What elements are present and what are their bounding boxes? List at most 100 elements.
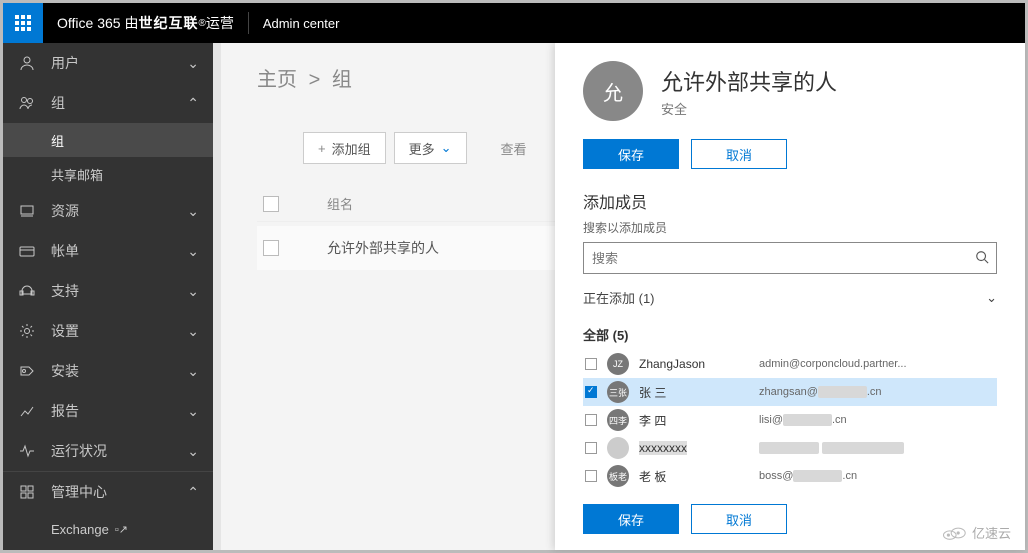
- brand-prefix: Office 365 由: [57, 13, 138, 33]
- chevron-up-icon: ⌃: [187, 484, 199, 501]
- search-hint: 搜索以添加成员: [583, 219, 997, 236]
- cloud-icon: [940, 524, 968, 542]
- group-avatar: 允: [583, 61, 643, 121]
- brand-suffix: 运营: [206, 13, 234, 33]
- groups-icon: [17, 95, 37, 111]
- nav-exchange[interactable]: Exchange ▫↗: [3, 512, 213, 546]
- member-avatar: [607, 437, 629, 459]
- adding-expander[interactable]: 正在添加 (1) ⌄: [583, 288, 997, 307]
- footer-brand: 亿速云: [940, 523, 1011, 542]
- col-name-header[interactable]: 组名: [327, 194, 353, 213]
- nav-groups[interactable]: 组 ⌃: [3, 83, 213, 123]
- nav-settings[interactable]: 设置 ⌄: [3, 311, 213, 351]
- scrollbar[interactable]: [213, 43, 221, 550]
- member-avatar: JZ: [607, 353, 629, 375]
- breadcrumb-home[interactable]: 主页: [257, 69, 297, 91]
- nav-admin-centers-label: 管理中心: [51, 482, 107, 502]
- member-row[interactable]: 四李李 四 lisi@xxxxxx.cn: [583, 406, 997, 434]
- search-icon[interactable]: [975, 250, 989, 269]
- add-group-button[interactable]: + 添加组: [303, 132, 386, 164]
- nav-health[interactable]: 运行状况 ⌄: [3, 431, 213, 471]
- save-button[interactable]: 保存: [583, 139, 679, 169]
- member-checkbox[interactable]: [585, 386, 597, 398]
- panel-subtitle: 安全: [661, 99, 837, 118]
- chevron-down-icon: ⌄: [187, 243, 199, 260]
- search-input[interactable]: [583, 242, 997, 274]
- member-row[interactable]: 板老老 板boss@xxxxxx.cn: [583, 462, 997, 490]
- table-header: 组名: [257, 186, 555, 222]
- member-email: xxxxxxxx xxxxxxxxxxxx: [759, 442, 995, 454]
- member-checkbox[interactable]: [585, 414, 597, 426]
- cancel-button-bottom[interactable]: 取消: [691, 504, 787, 534]
- admin-centers-icon: [17, 484, 37, 500]
- chevron-down-icon: ⌄: [986, 290, 997, 306]
- watermark-text: © 2019 ZJUNSEN https://blog.51cto.com/rd…: [699, 8, 1009, 25]
- add-members-heading: 添加成员: [583, 189, 997, 213]
- nav-groups-label: 组: [51, 93, 65, 113]
- row-checkbox[interactable]: [263, 240, 279, 256]
- app-launcher-button[interactable]: [3, 3, 43, 43]
- nav-resources[interactable]: 资源 ⌄: [3, 191, 213, 231]
- breadcrumb-current: 组: [332, 69, 352, 91]
- chevron-down-icon: ⌄: [187, 283, 199, 300]
- nav-shared-mailboxes[interactable]: 共享邮箱: [3, 157, 213, 191]
- nav-resources-label: 资源: [51, 201, 79, 221]
- nav-exchange-label: Exchange: [51, 522, 109, 537]
- member-name: ZhangJason: [639, 357, 749, 371]
- breadcrumb-sep: >: [309, 69, 321, 91]
- all-heading: 全部 (5): [583, 325, 997, 344]
- view-label: 查看: [501, 139, 527, 158]
- nav-reports[interactable]: 报告 ⌄: [3, 391, 213, 431]
- chevron-down-icon: ⌄: [187, 203, 199, 220]
- more-label: 更多: [409, 139, 435, 158]
- adding-label: 正在添加 (1): [583, 288, 655, 307]
- chevron-up-icon: ⌃: [187, 95, 199, 112]
- member-row[interactable]: 三张张 三zhangsan@xxxxxx.cn: [583, 378, 997, 406]
- plus-icon: +: [318, 141, 326, 156]
- footer-brand-text: 亿速云: [972, 523, 1011, 542]
- member-name: 老 板: [639, 468, 749, 485]
- member-name: 李 四: [639, 412, 749, 429]
- member-name: xxxxxxxx: [639, 441, 749, 455]
- brand-bold: 世纪互联: [138, 13, 198, 33]
- nav-support[interactable]: 支持 ⌄: [3, 271, 213, 311]
- member-name: 张 三: [639, 384, 749, 401]
- member-checkbox[interactable]: [585, 442, 597, 454]
- nav-billing-label: 帐单: [51, 241, 79, 261]
- cancel-button[interactable]: 取消: [691, 139, 787, 169]
- brand-label: Office 365 由世纪互联®运营: [43, 3, 248, 43]
- nav-groups-sub[interactable]: 组: [3, 123, 213, 157]
- row-name: 允许外部共享的人: [327, 238, 439, 258]
- chevron-down-icon: ⌄: [187, 443, 199, 460]
- billing-icon: [17, 243, 37, 259]
- nav-admin-centers[interactable]: 管理中心 ⌃: [3, 472, 213, 512]
- member-row[interactable]: xxxxxxxx xxxxxxxx xxxxxxxxxxxx: [583, 434, 997, 462]
- nav-health-label: 运行状况: [51, 441, 107, 461]
- setup-icon: [17, 363, 37, 379]
- table-row[interactable]: 允许外部共享的人: [257, 226, 555, 270]
- member-email: zhangsan@xxxxxx.cn: [759, 386, 995, 398]
- member-row[interactable]: JZZhangJasonadmin@corponcloud.partner...: [583, 350, 997, 378]
- chevron-down-icon: ⌄: [187, 323, 199, 340]
- panel-title: 允许外部共享的人: [661, 65, 837, 97]
- breadcrumb: 主页 > 组: [257, 63, 555, 92]
- member-checkbox[interactable]: [585, 470, 597, 482]
- select-all-checkbox[interactable]: [263, 196, 279, 212]
- brand-reg-icon: ®: [198, 18, 205, 29]
- left-nav: 用户 ⌄ 组 ⌃ 组 共享邮箱 资源 ⌄ 帐单 ⌄ 支持 ⌄ 设置 ⌄: [3, 43, 213, 550]
- member-email: lisi@xxxxxx.cn: [759, 414, 995, 426]
- chevron-down-icon: ⌄: [187, 363, 199, 380]
- nav-settings-label: 设置: [51, 321, 79, 341]
- add-group-label: 添加组: [332, 139, 371, 158]
- more-button[interactable]: 更多 ⌄: [394, 132, 467, 164]
- nav-setup[interactable]: 安装 ⌄: [3, 351, 213, 391]
- health-icon: [17, 443, 37, 459]
- external-link-icon: ▫↗: [115, 523, 128, 536]
- support-icon: [17, 283, 37, 299]
- save-button-bottom[interactable]: 保存: [583, 504, 679, 534]
- member-checkbox[interactable]: [585, 358, 597, 370]
- side-panel: 允 允许外部共享的人 安全 保存 取消 添加成员 搜索以添加成员 正在添加 (1…: [555, 43, 1025, 550]
- member-avatar: 四李: [607, 409, 629, 431]
- nav-billing[interactable]: 帐单 ⌄: [3, 231, 213, 271]
- nav-users[interactable]: 用户 ⌄: [3, 43, 213, 83]
